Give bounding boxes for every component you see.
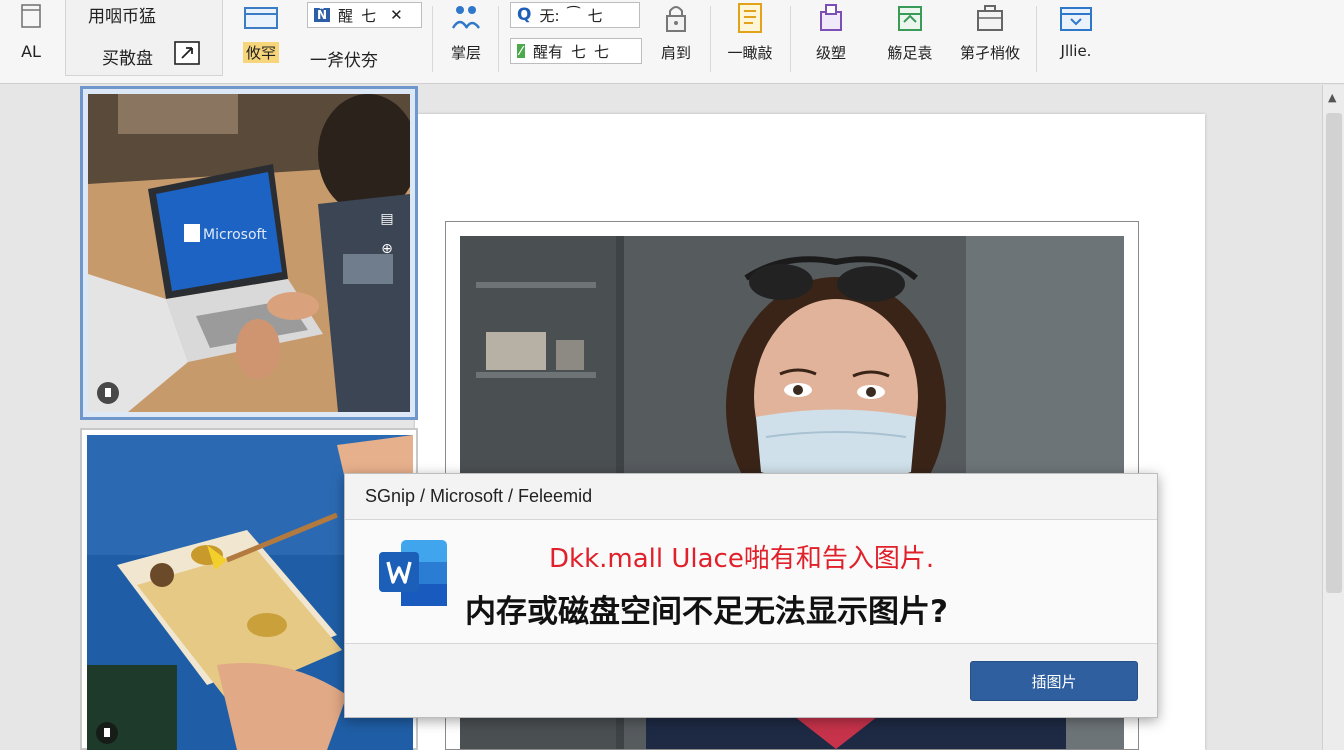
- rotate-button[interactable]: Jllie.: [1046, 2, 1106, 60]
- font-group-bottom-label[interactable]: 买散盘: [102, 44, 153, 69]
- crop-icon[interactable]: [173, 40, 201, 66]
- scroll-thumb[interactable]: [1326, 113, 1342, 593]
- border-dropdown[interactable]: ⁄ 醒有 七 七: [510, 38, 642, 64]
- picture-style-dropdown[interactable]: Ñ 醒 七 ✕: [307, 2, 422, 28]
- insert-picture-ok-button[interactable]: 插图片: [970, 661, 1138, 701]
- page-badge-icon: [97, 382, 119, 404]
- scroll-up-arrow-icon[interactable]: ▲: [1328, 91, 1336, 104]
- text-document-icon: [738, 3, 762, 33]
- error-message-main: 内存或磁盘空间不足无法显示图片?: [465, 594, 948, 630]
- picture-style-label: 醒: [338, 6, 354, 25]
- layer-button[interactable]: 掌层: [442, 2, 490, 63]
- document-icon: [21, 4, 41, 28]
- ribbon-separator: [710, 6, 711, 72]
- page-badge-icon: [96, 722, 118, 744]
- font-group-top-label[interactable]: 用咽币猛: [88, 2, 156, 27]
- insert-picture-label: 攸罕: [242, 42, 279, 63]
- delete-icon[interactable]: ▤: [375, 207, 399, 231]
- ribbon-separator: [790, 6, 791, 72]
- group-label: 第孑梢攸: [959, 44, 1020, 62]
- ribbon-toolbar: AL 用咽币猛 买散盘 攸罕 Ñ 醒 七 ✕ 一斧伏夯 掌层 Q 无: ⁀ 七 …: [0, 0, 1344, 84]
- dialog-titlebar[interactable]: SGnip / Microsoft / Feleemid: [345, 474, 1157, 520]
- vertical-scrollbar[interactable]: ▲: [1322, 85, 1344, 750]
- text-wrap-button[interactable]: 一瞰敲: [718, 2, 782, 63]
- border-suffix-2: 七: [594, 42, 610, 61]
- picture-style-suffix: 七: [361, 6, 377, 25]
- position-button[interactable]: 级塑: [804, 2, 858, 63]
- align-icon: [898, 6, 922, 31]
- document-button[interactable]: AL: [14, 2, 48, 61]
- error-dialog: SGnip / Microsoft / Feleemid Dkk.mall Ul…: [344, 473, 1158, 718]
- position-icon: [820, 4, 842, 31]
- lock-icon: [666, 6, 686, 32]
- window-icon: [244, 7, 278, 29]
- lock-button[interactable]: 肩到: [652, 2, 700, 63]
- font-group: 用咽币猛 买散盘: [65, 0, 223, 76]
- document-button-label: AL: [21, 42, 41, 61]
- ribbon-separator: [432, 6, 433, 72]
- ribbon-separator: [498, 6, 499, 72]
- word-app-icon: [379, 540, 447, 606]
- close-icon[interactable]: ✕: [390, 6, 403, 24]
- thumbnail-1[interactable]: Microsoft ▤ ⊕: [80, 86, 418, 420]
- briefcase-icon: [977, 5, 1003, 31]
- effects-label: 无:: [539, 6, 560, 25]
- text-wrap-label: 一瞰敲: [727, 44, 773, 62]
- dialog-title: SGnip / Microsoft / Feleemid: [365, 486, 593, 506]
- style-icon: Ñ: [314, 8, 331, 22]
- arrange-group-label[interactable]: 一斧伏夯: [310, 46, 378, 71]
- insert-picture-button[interactable]: 攸罕: [238, 4, 284, 63]
- rotate-label: Jllie.: [1060, 42, 1092, 60]
- effects-suffix: 七: [587, 6, 603, 25]
- ribbon-separator: [1036, 6, 1037, 72]
- effects-mid: ⁀: [567, 6, 580, 24]
- lock-icon[interactable]: ⊕: [375, 237, 399, 261]
- border-label: 醒有: [533, 42, 564, 61]
- group-button[interactable]: 第孑梢攸: [952, 2, 1028, 63]
- error-message-secondary: Dkk.mall Ulace啪有和告入图片.: [549, 544, 935, 574]
- search-icon: Q: [517, 5, 532, 25]
- align-label: 觞足袁: [887, 44, 933, 62]
- svg-text:Microsoft: Microsoft: [203, 227, 267, 243]
- dialog-body: Dkk.mall Ulace啪有和告入图片. 内存或磁盘空间不足无法显示图片?: [345, 520, 1157, 644]
- position-label: 级塑: [815, 44, 846, 62]
- lock-label: 肩到: [660, 44, 691, 62]
- pen-icon: ⁄: [517, 44, 526, 58]
- effects-dropdown[interactable]: Q 无: ⁀ 七: [510, 2, 640, 28]
- border-suffix-1: 七: [571, 42, 587, 61]
- envelope-icon: [1060, 7, 1092, 31]
- laptop-photo: Microsoft: [88, 94, 410, 412]
- layer-label: 掌层: [450, 44, 481, 62]
- align-button[interactable]: 觞足袁: [878, 2, 942, 63]
- people-icon: [451, 6, 480, 29]
